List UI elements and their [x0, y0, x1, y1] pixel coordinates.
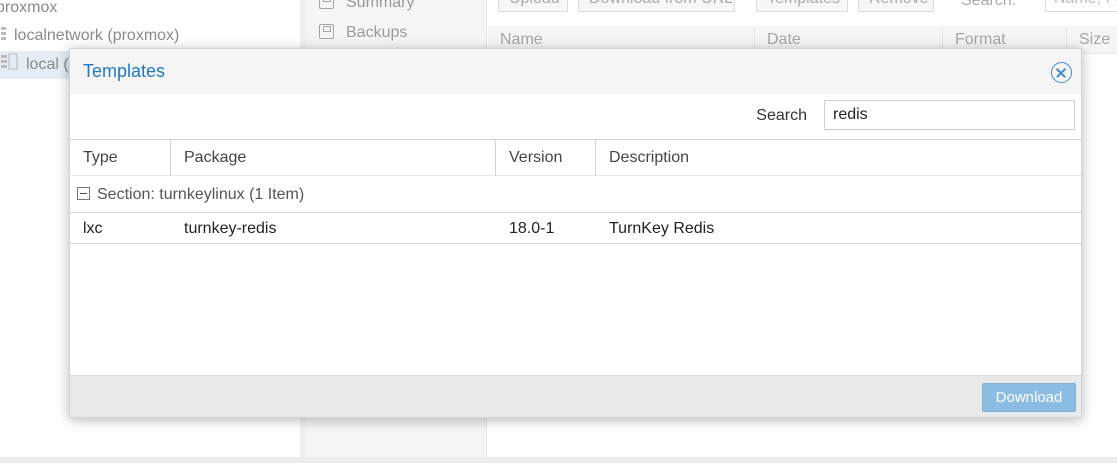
nav-item-backups[interactable]: Backups	[319, 18, 407, 48]
tree-node-label: proxmox	[0, 0, 58, 16]
tree-node-label: localnetwork (proxmox)	[14, 27, 180, 44]
dialog-header: Templates	[70, 49, 1081, 94]
nav-item-summary[interactable]: Summary	[319, 0, 414, 18]
dialog-footer: Download	[70, 375, 1081, 417]
cell-package: turnkey-redis	[184, 220, 277, 237]
cell-description: TurnKey Redis	[609, 220, 715, 237]
download-button[interactable]: Download	[982, 383, 1076, 412]
tree-node-localnetwork[interactable]: localnetwork (proxmox)	[0, 22, 179, 50]
cell-version: 18.0-1	[509, 220, 555, 237]
storage-icon	[0, 53, 20, 70]
column-header-version[interactable]: Version	[496, 140, 596, 176]
templates-dialog: Templates Search Type Package Version De…	[69, 48, 1082, 418]
templates-grid-header: Type Package Version Description	[70, 139, 1081, 176]
storage-search-input[interactable]: Name, Format	[1045, 0, 1117, 12]
summary-icon	[319, 0, 334, 9]
search-label: Search:	[961, 0, 1017, 9]
dialog-title: Templates	[83, 61, 166, 81]
upload-button[interactable]: Upload	[498, 0, 568, 12]
search-label: Search	[756, 107, 807, 124]
collapse-icon[interactable]	[77, 187, 90, 200]
tree-node-proxmox[interactable]: proxmox	[0, 0, 57, 22]
column-header-type[interactable]: Type	[70, 140, 171, 176]
download-url-button[interactable]: Download from URL	[578, 0, 735, 12]
close-icon[interactable]	[1051, 62, 1072, 83]
floppy-icon	[319, 24, 334, 39]
column-header-package[interactable]: Package	[171, 140, 496, 176]
group-header-row[interactable]: Section: turnkeylinux (1 Item)	[70, 177, 1081, 213]
search-input[interactable]	[824, 100, 1075, 130]
table-row[interactable]: lxc turnkey-redis 18.0-1 TurnKey Redis	[70, 214, 1081, 244]
remove-button[interactable]: Remove	[858, 0, 934, 12]
column-header-description[interactable]: Description	[596, 140, 1082, 176]
group-label: Section: turnkeylinux (1 Item)	[97, 186, 305, 203]
cell-type: lxc	[83, 220, 103, 237]
storage-icon	[0, 24, 8, 40]
nav-item-label: Summary	[346, 0, 415, 11]
templates-button[interactable]: Templates	[756, 0, 848, 12]
tree-node-label: local (proxmox)	[26, 56, 72, 73]
nav-item-label: Backups	[346, 24, 408, 41]
bottom-scrollbar[interactable]	[0, 457, 1117, 463]
